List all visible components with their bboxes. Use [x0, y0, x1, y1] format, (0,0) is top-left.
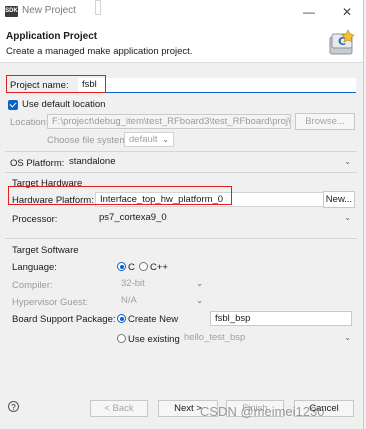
title-bar: SDK New Project — ✕	[0, 0, 363, 24]
create-new-bsp-label: Create New	[128, 314, 179, 325]
compiler-label: Compiler:	[12, 280, 53, 291]
new-hardware-button[interactable]: New...	[323, 191, 355, 208]
wizard-header: Application Project Create a managed mak…	[0, 24, 363, 63]
new-project-dialog: SDK New Project — ✕ Application Project …	[0, 0, 364, 429]
help-icon[interactable]: ?	[8, 401, 19, 412]
watermark: CSDN @meimei1230	[200, 404, 325, 419]
language-cpp-radio[interactable]	[139, 262, 148, 271]
os-platform-label: OS Platform:	[10, 158, 65, 169]
hypervisor-guest-label: Hypervisor Guest:	[12, 297, 89, 308]
chevron-down-icon: ⌄	[196, 296, 203, 305]
divider	[5, 172, 357, 173]
location-label: Location:	[10, 117, 49, 128]
divider	[5, 151, 357, 152]
highlight-box-project-name	[6, 75, 106, 93]
bsp-name-input[interactable]: fsbl_bsp	[210, 311, 352, 326]
divider	[5, 238, 357, 239]
target-software-heading: Target Software	[12, 245, 79, 256]
processor-label: Processor:	[12, 214, 58, 225]
hypervisor-guest-select[interactable]: N/A ⌄	[117, 294, 207, 309]
sdk-app-icon: SDK	[5, 6, 18, 17]
language-c-radio[interactable]	[117, 262, 126, 271]
project-name-input[interactable]: fsbl	[78, 78, 356, 93]
back-button[interactable]: < Back	[90, 400, 148, 417]
create-new-bsp-radio[interactable]	[117, 314, 126, 323]
chevron-down-icon: ⌄	[196, 279, 203, 288]
browse-button[interactable]: Browse...	[295, 113, 355, 130]
new-c-project-icon: C	[329, 29, 355, 55]
use-existing-bsp-radio[interactable]	[117, 334, 126, 343]
use-default-location-checkbox[interactable]	[8, 100, 18, 110]
window-title: New Project	[22, 5, 76, 16]
bsp-label: Board Support Package:	[12, 314, 116, 325]
page-description: Create a managed make application projec…	[6, 46, 193, 57]
highlight-box-hardware-platform	[8, 186, 232, 205]
page-title: Application Project	[6, 31, 98, 42]
language-cpp-label: C++	[150, 262, 168, 273]
use-existing-bsp-label: Use existing	[128, 334, 180, 345]
processor-select[interactable]: ps7_cortexa9_0 ⌄	[95, 211, 355, 226]
use-default-location-label: Use default location	[22, 99, 106, 110]
os-platform-select[interactable]: standalone ⌄	[65, 155, 355, 170]
chevron-down-icon: ⌄	[162, 135, 169, 144]
chevron-down-icon: ⌄	[344, 213, 351, 222]
language-c-label: C	[128, 262, 135, 273]
compiler-select[interactable]: 32-bit ⌄	[117, 277, 207, 292]
file-system-select[interactable]: default ⌄	[124, 132, 174, 147]
close-button[interactable]: ✕	[336, 3, 358, 21]
language-label: Language:	[12, 262, 57, 273]
chevron-down-icon: ⌄	[344, 157, 351, 166]
file-system-label: Choose file system:	[47, 135, 130, 146]
minimize-button[interactable]: —	[298, 3, 320, 21]
existing-bsp-select[interactable]: hello_test_bsp ⌄	[180, 331, 355, 346]
chevron-down-icon: ⌄	[344, 333, 351, 342]
location-path-input[interactable]: F:\project\debug_item\test_RFboard3\test…	[47, 114, 291, 129]
